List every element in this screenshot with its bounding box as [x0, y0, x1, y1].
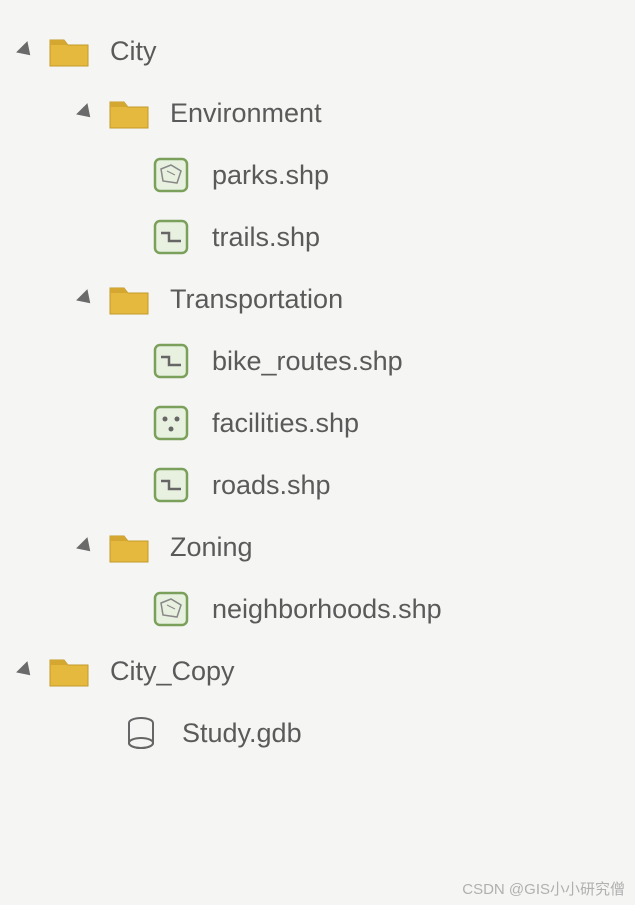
folder-icon	[48, 653, 90, 689]
point-shapefile-icon	[150, 405, 192, 441]
tree-node-label: bike_routes.shp	[212, 346, 403, 377]
tree-node-label: Zoning	[170, 532, 253, 563]
line-shapefile-icon	[150, 343, 192, 379]
geodatabase-icon	[120, 715, 162, 751]
polygon-shapefile-icon	[150, 157, 192, 193]
tree-node-label: parks.shp	[212, 160, 329, 191]
tree-node-label: facilities.shp	[212, 408, 359, 439]
folder-icon	[108, 529, 150, 565]
tree-node-facilities[interactable]: facilities.shp	[0, 392, 635, 454]
tree-node-label: City	[110, 36, 157, 67]
expand-triangle-icon[interactable]	[76, 103, 96, 123]
tree-node-parks[interactable]: parks.shp	[0, 144, 635, 206]
line-shapefile-icon	[150, 219, 192, 255]
tree-node-neighborhoods[interactable]: neighborhoods.shp	[0, 578, 635, 640]
tree-node-bike-routes[interactable]: bike_routes.shp	[0, 330, 635, 392]
tree-node-zoning[interactable]: Zoning	[0, 516, 635, 578]
expand-triangle-icon[interactable]	[16, 41, 36, 61]
tree-node-label: Transportation	[170, 284, 343, 315]
folder-icon	[48, 33, 90, 69]
folder-icon	[108, 281, 150, 317]
line-shapefile-icon	[150, 467, 192, 503]
tree-node-city[interactable]: City	[0, 20, 635, 82]
tree-node-roads[interactable]: roads.shp	[0, 454, 635, 516]
tree-node-trails[interactable]: trails.shp	[0, 206, 635, 268]
tree-node-study[interactable]: Study.gdb	[0, 702, 635, 764]
expand-triangle-icon[interactable]	[76, 537, 96, 557]
tree-node-environment[interactable]: Environment	[0, 82, 635, 144]
watermark-text: CSDN @GIS小小研究僧	[462, 878, 625, 899]
tree-node-label: trails.shp	[212, 222, 320, 253]
tree-node-label: Study.gdb	[182, 718, 302, 749]
tree-node-label: roads.shp	[212, 470, 331, 501]
polygon-shapefile-icon	[150, 591, 192, 627]
tree-node-label: City_Copy	[110, 656, 235, 687]
folder-icon	[108, 95, 150, 131]
tree-node-city-copy[interactable]: City_Copy	[0, 640, 635, 702]
tree-node-label: Environment	[170, 98, 322, 129]
tree-node-transportation[interactable]: Transportation	[0, 268, 635, 330]
tree-node-label: neighborhoods.shp	[212, 594, 442, 625]
expand-triangle-icon[interactable]	[76, 289, 96, 309]
expand-triangle-icon[interactable]	[16, 661, 36, 681]
